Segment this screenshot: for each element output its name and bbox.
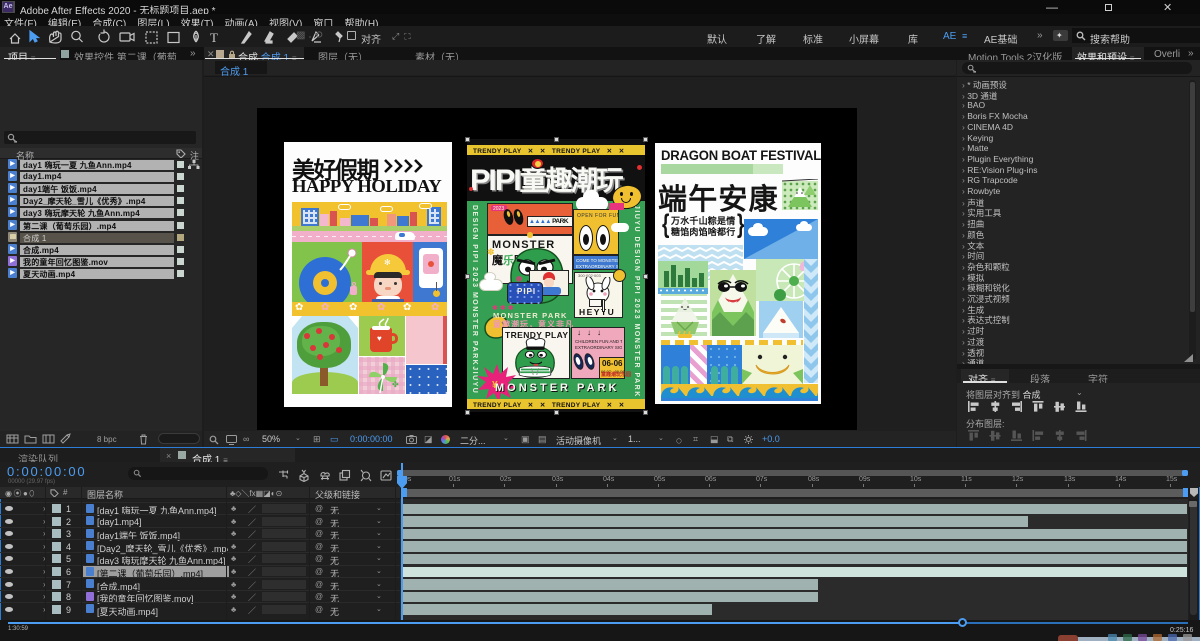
svg-text:T: T (210, 30, 218, 45)
